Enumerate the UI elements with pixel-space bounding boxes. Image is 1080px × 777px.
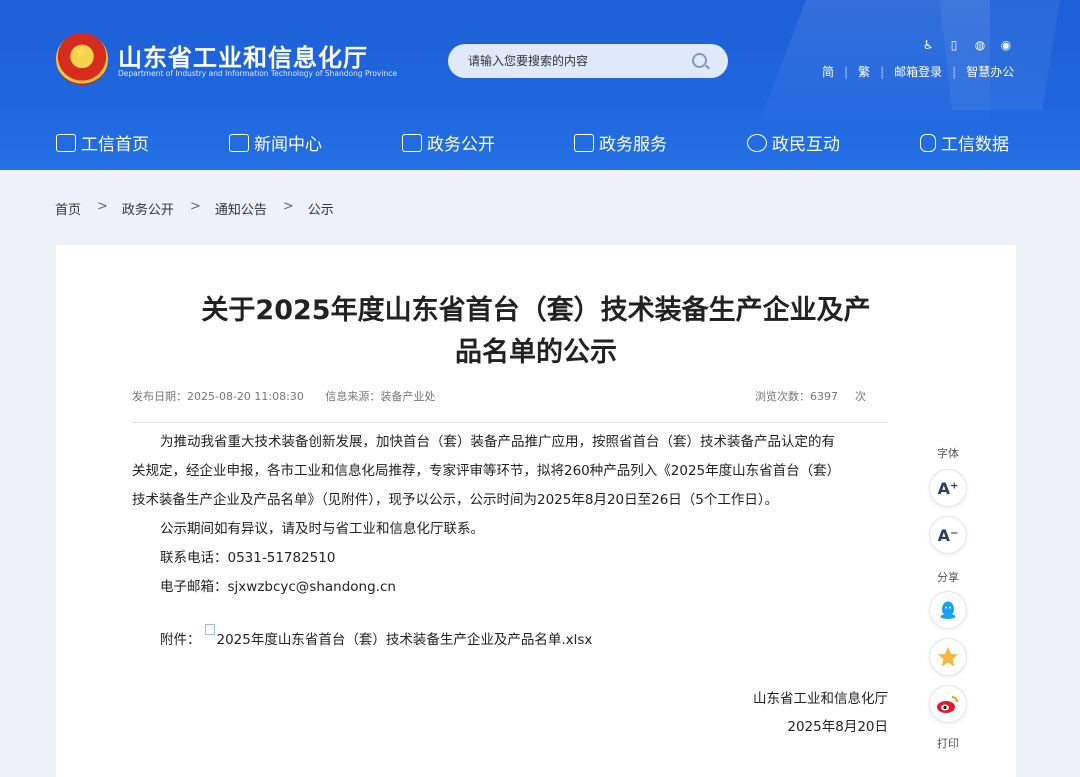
breadcrumb-separator: > [97,199,108,214]
search-icon[interactable] [692,53,707,68]
home-icon [56,133,76,152]
side-tools: 字体 A⁺ A⁻ 分享 打印 [928,445,968,751]
search-input[interactable] [468,50,688,72]
signature: 山东省工业和信息化厅 2025年8月20日 [712,685,888,741]
nav-item-label: 工信首页 [81,135,149,155]
nav-item-interaction[interactable]: 政民互动 [747,130,840,155]
contact-phone: 联系电话：0531-51782510 [132,544,888,573]
national-emblem-logo[interactable]: ★ [56,33,108,85]
news-icon [229,133,249,152]
top-icons: ♿ ▯ ◍ ◉ [920,37,1014,53]
breadcrumb-notices[interactable]: 通知公告 [215,199,267,218]
smart-office-link[interactable]: 智慧办公 [966,63,1014,80]
attachment-link[interactable]: 2025年度山东省首台（套）技术装备生产企业及产品名单.xlsx [217,632,593,648]
source: 装备产业处 [380,390,436,403]
breadcrumb-separator: > [189,199,201,214]
contact-email: 电子邮箱：sjxwzbcyc@shandong.cn [132,573,888,602]
nav-item-news[interactable]: 新闻中心 [229,130,322,155]
phone-value: 0531-51782510 [227,550,336,566]
xlsx-file-icon [204,624,215,635]
article-meta: 发布日期：2025-08-20 11:08:30 信息来源：装备产业处 浏览次数… [132,388,888,408]
views-unit: 次 [855,390,866,403]
font-decrease-icon: A⁻ [937,525,959,545]
site-name-english: Department of Industry and Information T… [118,69,397,78]
separator: | [844,64,849,79]
divider [132,422,888,423]
publish-date-label: 发布日期： [132,390,187,403]
mobile-icon[interactable]: ▯ [946,37,962,53]
nav-item-label: 工信数据 [941,135,1009,155]
breadcrumb-home[interactable]: 首页 [55,199,81,218]
font-increase-icon: A⁺ [937,478,959,498]
signature-org: 山东省工业和信息化厅 [753,691,888,707]
nav-item-label: 政务公开 [427,135,495,155]
qq-icon [940,601,956,619]
share-label: 分享 [937,571,959,584]
attachment-label: 附件： [160,632,201,648]
views-value: 6397 [810,390,838,403]
wechat-icon[interactable]: ◍ [972,37,988,53]
article-body: 为推动我省重大技术装备创新发展，加快首台（套）装备产品推广应用，按照省首台（套）… [132,428,888,602]
source-label: 信息来源： [325,390,381,403]
breadcrumb-public-notice[interactable]: 公示 [308,199,334,218]
simplified-chinese-link[interactable]: 简 [822,63,834,80]
accessibility-icon[interactable]: ♿ [920,37,936,53]
separator: | [880,64,885,79]
views-label: 浏览次数： [755,390,810,403]
qzone-icon [938,647,958,667]
site-header: ★ 山东省工业和信息化厅 Department of Industry and … [0,0,1080,170]
site-name[interactable]: 山东省工业和信息化厅 [118,38,368,73]
nav-item-data[interactable]: 工信数据 [920,130,1009,155]
paragraph-line: 技术装备生产企业及产品名单》（见附件），现予以公示，公示时间为2025年8月20… [132,492,779,508]
separator: | [952,64,957,79]
nav-item-gov-open[interactable]: 政务公开 [402,130,495,155]
search-box[interactable] [448,44,728,78]
font-size-label: 字体 [937,447,959,460]
paragraph-line: 为推动我省重大技术装备创新发展，加快首台（套）装备产品推广应用，按照省首台（套）… [160,434,835,450]
email-value: sjxwzbcyc@shandong.cn [227,579,396,595]
nav-item-service[interactable]: 政务服务 [574,130,667,155]
database-icon [920,133,936,152]
breadcrumb: 首页 > 政务公开 > 通知公告 > 公示 [55,199,334,218]
email-label: 电子邮箱： [160,579,228,595]
font-decrease-button[interactable]: A⁻ [929,516,967,554]
font-increase-button[interactable]: A⁺ [929,469,967,507]
header-building-graphic-2 [940,0,1060,110]
email-login-link[interactable]: 邮箱登录 [894,63,942,80]
share-qq-button[interactable] [929,591,967,629]
gov-open-icon [402,133,422,152]
nav-item-label: 新闻中心 [254,135,322,155]
weibo-icon [937,696,958,713]
attachment: 附件： 2025年度山东省首台（套）技术装备生产企业及产品名单.xlsx [160,624,593,648]
top-links: 简 | 繁 | 邮箱登录 | 智慧办公 [822,63,1014,80]
breadcrumb-gov-open[interactable]: 政务公开 [122,199,174,218]
breadcrumb-separator: > [282,199,294,214]
chat-icon [747,133,767,152]
article-title-line: 品名单的公示 [455,337,617,368]
nav-item-label: 政务服务 [599,135,667,155]
paragraph-line: 关规定，经企业申报，各市工业和信息化局推荐，专家评审等环节，拟将260种产品列入… [132,463,841,479]
publish-date: 2025-08-20 11:08:30 [187,390,304,403]
paragraph: 公示期间如有异议，请及时与省工业和信息化厅联系。 [160,521,484,537]
phone-label: 联系电话： [160,550,228,566]
service-icon [574,133,594,152]
share-weibo-button[interactable] [929,685,967,723]
nav-item-home[interactable]: 工信首页 [56,130,149,155]
weibo-icon[interactable]: ◉ [998,37,1014,53]
views-count: 浏览次数：6397 [755,388,838,404]
print-label[interactable]: 打印 [928,735,968,751]
article-title-line: 关于2025年度山东省首台（套）技术装备生产企业及产 [201,295,871,326]
article-title: 关于2025年度山东省首台（套）技术装备生产企业及产 品名单的公示 [136,290,936,374]
signature-date: 2025年8月20日 [787,719,888,735]
article-card: 关于2025年度山东省首台（套）技术装备生产企业及产 品名单的公示 发布日期：2… [56,245,1016,777]
main-nav: 工信首页 新闻中心 政务公开 政务服务 政民互动 工信数据 [0,120,1080,164]
share-qzone-button[interactable] [929,638,967,676]
traditional-chinese-link[interactable]: 繁 [858,63,870,80]
nav-item-label: 政民互动 [772,135,840,155]
